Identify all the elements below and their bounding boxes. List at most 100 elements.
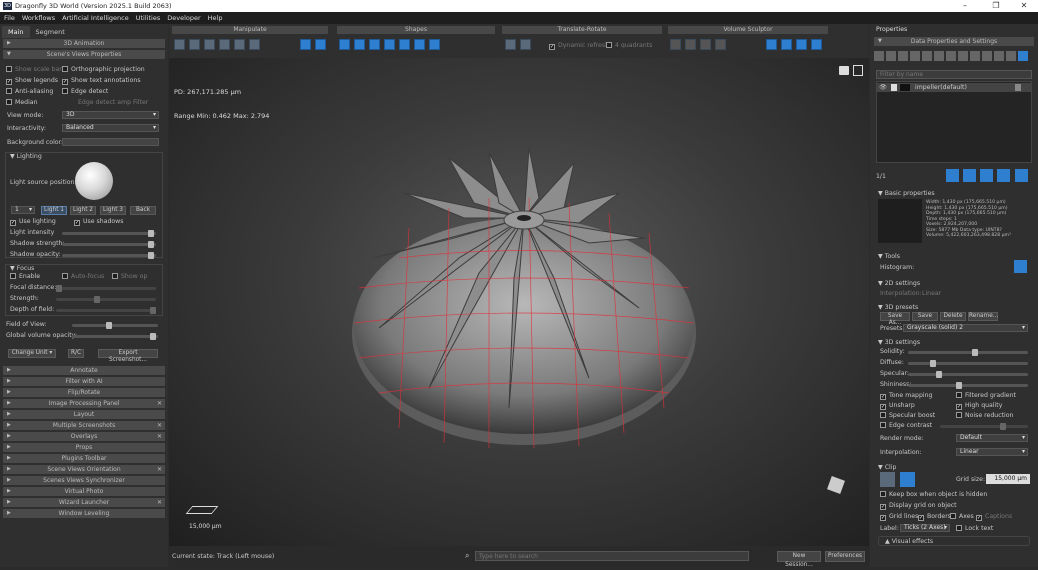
interpolation-select[interactable]: Linear: [956, 448, 1028, 456]
sculpt-undo-icon[interactable]: [796, 39, 807, 50]
interpolation-2d-value[interactable]: Linear: [922, 290, 941, 297]
change-unit-button[interactable]: Change Unit ▾: [8, 349, 56, 358]
shadow-opacity-slider[interactable]: [62, 252, 156, 259]
light-intensity-slider[interactable]: [62, 230, 156, 237]
specular-slider[interactable]: [908, 371, 1028, 378]
close-icon[interactable]: ✕: [157, 399, 162, 408]
close-icon[interactable]: ✕: [157, 498, 162, 507]
section-scene-views-orientation[interactable]: ▶ Scene Views Orientation ✕: [3, 465, 165, 474]
light-sphere[interactable]: [75, 162, 113, 200]
zoom-tool-icon[interactable]: [219, 39, 230, 50]
back-light-tab[interactable]: Back: [130, 206, 156, 215]
tab-properties[interactable]: Properties: [876, 26, 907, 33]
shadow-strength-slider[interactable]: [62, 241, 156, 248]
rc-button[interactable]: R/C: [68, 349, 84, 358]
auto-focus-checkbox[interactable]: Auto-focus: [62, 273, 104, 280]
strength-slider[interactable]: [56, 296, 156, 303]
data-list-item[interactable]: 👁 impeller(default): [877, 83, 1031, 92]
median-checkbox[interactable]: Median: [6, 99, 38, 106]
close-icon[interactable]: ✕: [157, 421, 162, 430]
lock-icon[interactable]: [1015, 84, 1021, 91]
section-filter-with-ai[interactable]: ▶ Filter with AI: [3, 377, 165, 386]
show-legends-checkbox[interactable]: ✓ Show legends: [6, 77, 58, 85]
section-scenes-views-synchronizer[interactable]: ▶ Scenes Views Synchronizer: [3, 476, 165, 485]
focus-header[interactable]: ▼ Focus: [10, 265, 34, 272]
crop-icon[interactable]: [970, 51, 980, 61]
search-input[interactable]: [475, 551, 749, 561]
filter-icon[interactable]: [958, 51, 968, 61]
rename-button[interactable]: Rename...: [968, 312, 998, 321]
use-shadows-checkbox[interactable]: ✓ Use shadows: [74, 218, 123, 226]
solidity-slider[interactable]: [908, 349, 1028, 356]
section-3d-animation[interactable]: ▶ 3D Animation: [3, 39, 165, 48]
menu-developer[interactable]: Developer: [163, 12, 203, 22]
high-quality-checkbox[interactable]: ✓ High quality: [956, 402, 1002, 410]
close-button[interactable]: ✕: [1010, 1, 1038, 10]
fit-view-icon[interactable]: [300, 39, 311, 50]
shape-box-icon[interactable]: [369, 39, 380, 50]
save-as-button[interactable]: Save As...: [880, 312, 910, 326]
zoom-region-icon[interactable]: [234, 39, 245, 50]
shape-sphere-icon[interactable]: [399, 39, 410, 50]
preferences-button[interactable]: Preferences: [825, 551, 865, 562]
unsharp-checkbox[interactable]: ✓ Unsharp: [880, 402, 915, 410]
clip-header[interactable]: ▼ Clip: [878, 464, 896, 471]
orientation-cube[interactable]: [827, 476, 845, 494]
section-wizard-launcher[interactable]: ▶ Wizard Launcher ✕: [3, 498, 165, 507]
snapshot-icon[interactable]: [853, 65, 863, 76]
display-grid-checkbox[interactable]: ✓ Display grid on object: [880, 502, 957, 510]
shape-plane-icon[interactable]: [384, 39, 395, 50]
grid-lines-checkbox[interactable]: ✓ Grid lines: [880, 513, 918, 521]
keep-box-checkbox[interactable]: Keep box when object is hidden: [880, 491, 987, 498]
duplicate-icon[interactable]: [963, 169, 976, 182]
reset-view-icon[interactable]: [315, 39, 326, 50]
visual-effects-group[interactable]: ▲ Visual effects: [878, 536, 1030, 546]
menu-utilities[interactable]: Utilities: [132, 12, 163, 22]
shape-disk-icon[interactable]: [414, 39, 425, 50]
minimize-button[interactable]: –: [951, 1, 979, 10]
view-mode-select[interactable]: 3D: [62, 111, 159, 119]
menu-file[interactable]: File: [0, 12, 18, 22]
pipe-icon[interactable]: [994, 51, 1004, 61]
section-plugins-toolbar[interactable]: ▶ Plugins Toolbar: [3, 454, 165, 463]
lock-text-checkbox[interactable]: Lock text: [956, 525, 993, 532]
section-flip-rotate[interactable]: ▶ Flip/Rotate: [3, 388, 165, 397]
diffuse-slider[interactable]: [908, 360, 1028, 367]
captions-checkbox[interactable]: ✓ Captions: [976, 513, 1012, 521]
axes-checkbox[interactable]: Axes: [950, 513, 974, 520]
open-icon[interactable]: [886, 51, 896, 61]
render-mode-select[interactable]: Default: [956, 434, 1028, 442]
delete-button[interactable]: Delete: [940, 312, 966, 321]
export-icon[interactable]: [922, 51, 932, 61]
edge-contrast-slider[interactable]: [940, 423, 1028, 430]
settings-icon[interactable]: [946, 51, 956, 61]
undo-transform-icon[interactable]: [520, 39, 531, 50]
focal-distance-slider[interactable]: [56, 285, 156, 292]
document-icon[interactable]: [980, 169, 993, 182]
rotate-tool-icon[interactable]: [204, 39, 215, 50]
presets-select[interactable]: Grayscale (solid) 2: [903, 324, 1028, 332]
camera-icon[interactable]: [839, 66, 849, 75]
section-layout[interactable]: ▶ Layout: [3, 410, 165, 419]
section-props[interactable]: ▶ Props: [3, 443, 165, 452]
section-image-processing[interactable]: ▶ Image Processing Panel ✕: [3, 399, 165, 408]
data-list[interactable]: 👁 impeller(default): [876, 81, 1032, 163]
menu-workflows[interactable]: Workflows: [18, 12, 58, 22]
resample-icon[interactable]: [982, 51, 992, 61]
light-3-tab[interactable]: Light 3: [100, 206, 126, 215]
menu-ai[interactable]: Artificial Intelligence: [58, 12, 132, 22]
clip-box-icon[interactable]: [880, 472, 895, 487]
edge-contrast-checkbox[interactable]: Edge contrast: [880, 422, 932, 429]
3d-viewport[interactable]: PD: 267,171.285 µm Range Min: 0.462 Max:…: [169, 58, 869, 546]
sculpt-delete-icon[interactable]: [781, 39, 792, 50]
sculpt-tool-icon[interactable]: [670, 39, 681, 50]
light-number-select[interactable]: 1: [11, 206, 35, 214]
show-op-checkbox[interactable]: Show op: [112, 273, 147, 280]
borders-checkbox[interactable]: ✓ Borders: [918, 513, 951, 521]
refresh-icon[interactable]: [946, 169, 959, 182]
fov-slider[interactable]: [72, 322, 158, 329]
3d-presets-header[interactable]: ▼ 3D presets: [878, 304, 918, 311]
filter-input[interactable]: [876, 70, 1032, 79]
quadrants-checkbox[interactable]: 4 quadrants: [606, 42, 652, 49]
reset-clip-icon[interactable]: [900, 472, 915, 487]
